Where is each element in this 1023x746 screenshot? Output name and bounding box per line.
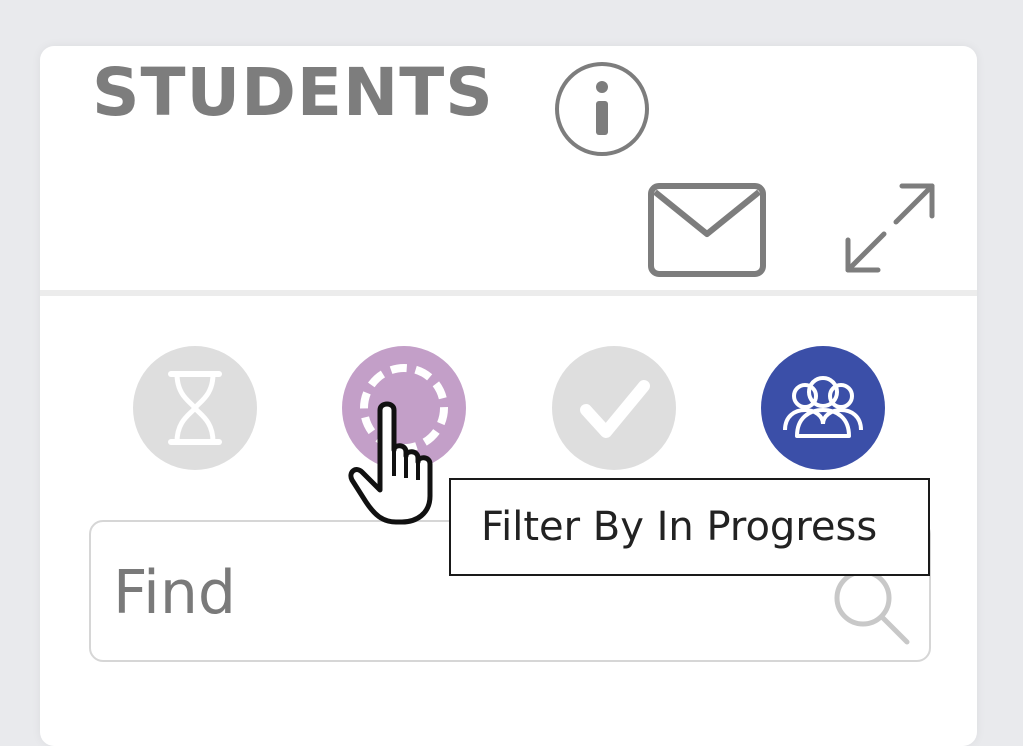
hourglass-icon [168, 371, 222, 445]
checkmark-icon [580, 380, 650, 438]
filter-all-button[interactable] [761, 346, 885, 470]
group-icon [783, 376, 863, 438]
students-panel: STUDENTS [40, 46, 977, 746]
filter-complete-button[interactable] [552, 346, 676, 470]
mail-icon[interactable] [647, 182, 767, 278]
filter-tooltip: Filter By In Progress [449, 478, 930, 576]
expand-icon[interactable] [840, 178, 940, 278]
info-icon[interactable] [552, 59, 652, 159]
filter-pending-button[interactable] [133, 346, 257, 470]
header-divider [40, 290, 977, 296]
hand-pointer-icon [348, 401, 433, 525]
panel-title: STUDENTS [92, 54, 494, 131]
